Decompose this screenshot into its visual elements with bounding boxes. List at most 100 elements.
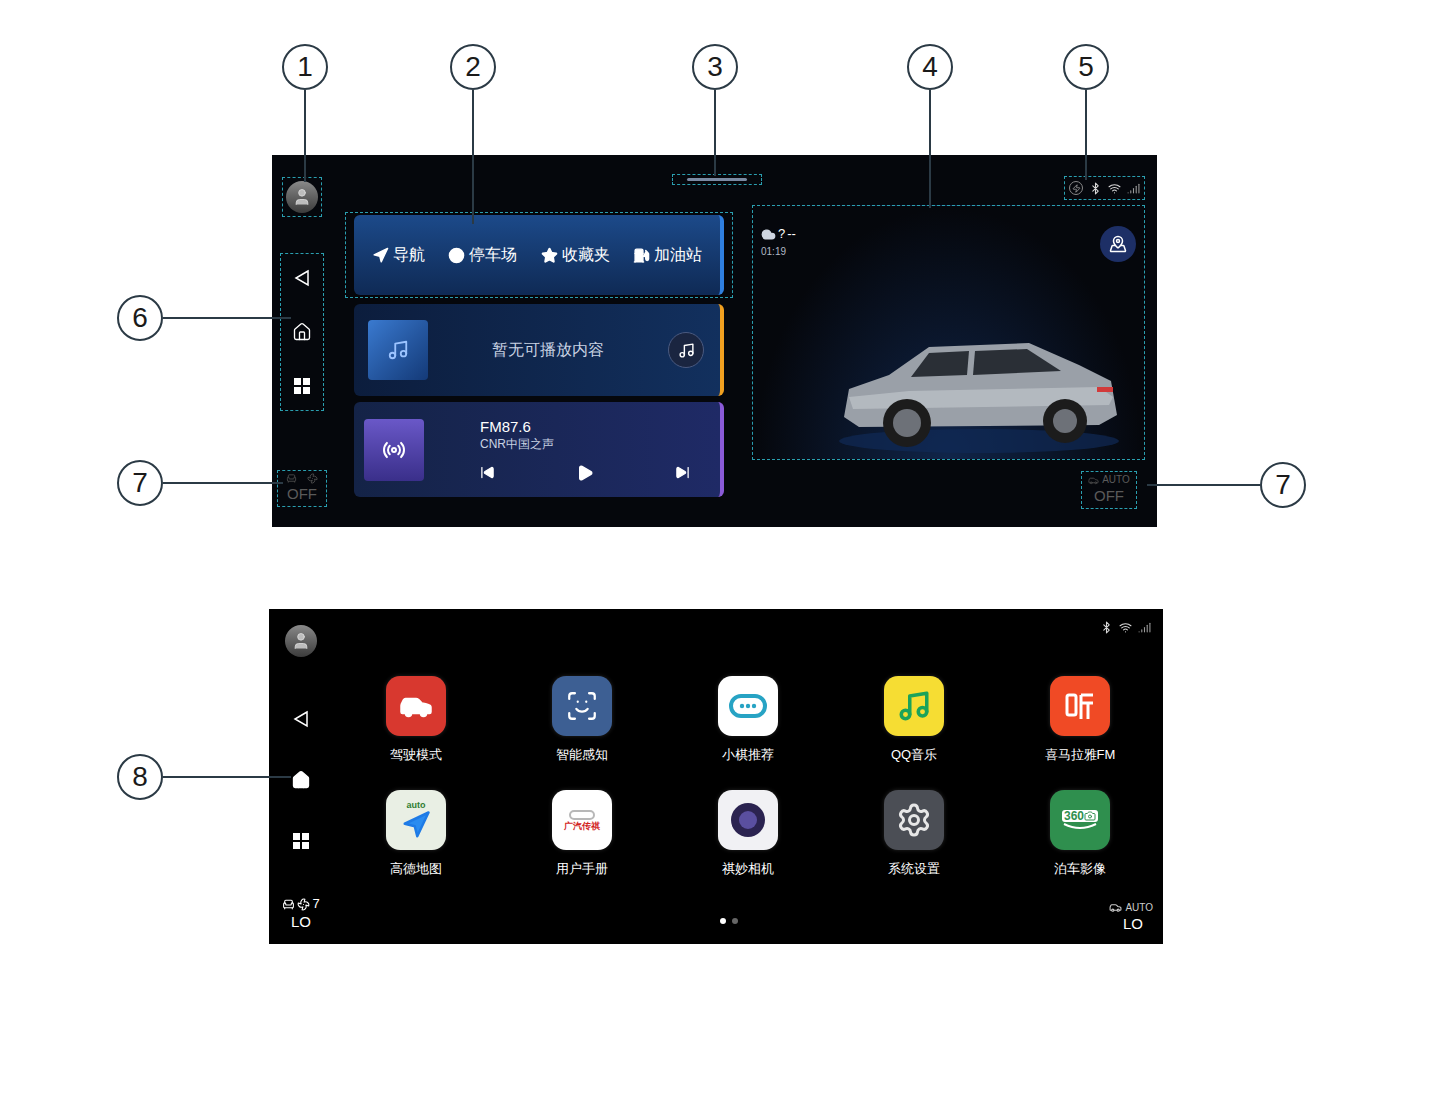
nav-rail: OFF [272,155,332,527]
fan-icon [307,473,318,484]
cards-column: 导航停车场收藏夹加油站暂无可播放内容FM87.6CNR中国之声 [345,155,733,527]
callout-number: 6 [117,295,163,341]
user-icon [291,631,311,651]
map-arrow-icon [401,810,431,840]
bluetooth-icon [1100,621,1113,634]
music-button[interactable] [668,332,704,368]
apps-grid-icon [293,833,309,849]
callout-line [929,90,931,208]
callout-line [163,776,291,778]
signal-icon [1127,182,1140,195]
callout-line [163,317,291,319]
app-tile[interactable]: 智能感知 [499,676,665,764]
app-icon [1050,676,1110,736]
shortcut-icon [448,247,465,264]
user-avatar[interactable] [286,181,318,213]
page-dot[interactable] [720,918,726,924]
app-grid: 驾驶模式智能感知小棋推荐QQ音乐喜马拉雅FM auto高德地图广汽传祺用户手册祺妙… [333,676,1163,878]
back-icon [293,710,309,728]
home-icon [292,322,312,342]
car-air-icon [1109,901,1122,914]
callout-number: 1 [282,44,328,90]
media-card[interactable]: 暂无可播放内容 [354,304,724,396]
apps-button[interactable] [281,821,321,861]
app-icon [552,676,612,736]
map-pin-icon [1109,235,1127,253]
music-note-icon [897,689,931,723]
app-icon [718,676,778,736]
radio-art [364,419,424,481]
app-tile[interactable]: 广汽传祺用户手册 [499,790,665,878]
callout-number: 8 [117,754,163,800]
cloud-icon [761,227,776,242]
shortcut-button[interactable]: 停车场 [448,243,517,267]
callout-line [304,90,306,182]
weather: ?--01:19 [761,226,796,259]
app-tile[interactable]: 祺妙相机 [665,790,831,878]
back-button[interactable] [282,258,322,298]
callout-number: 3 [692,44,738,90]
shortcut-icon [633,247,650,264]
face-scan-icon [565,689,599,723]
back-icon [294,269,310,287]
callout-number: 4 [907,44,953,90]
callout-number: 2 [450,44,496,90]
climate-right[interactable]: AUTOLO [1109,901,1153,934]
app-tile[interactable]: 驾驶模式 [333,676,499,764]
gear-icon [896,802,932,838]
status-icons [1069,181,1140,195]
climate-right[interactable]: AUTOOFF [1081,471,1137,509]
app-tile[interactable]: QQ音乐 [831,676,997,764]
signal-icon [1138,621,1151,634]
apps-screen: 7LO 驾驶模式智能感知小棋推荐QQ音乐喜马拉雅FM auto高德地图广汽传祺用户手… [269,609,1163,944]
app-icon [884,676,944,736]
car-air-icon [1088,475,1099,486]
home-screen: OFF导航停车场收藏夹加油站暂无可播放内容FM87.6CNR中国之声?--01:… [272,155,1157,527]
callout-line [163,482,283,484]
app-tile[interactable]: 360泊车影像 [997,790,1163,878]
app-icon [386,676,446,736]
climate-left[interactable]: 7LO [282,896,319,932]
wifi-icon [1108,182,1121,195]
fan-icon [297,898,310,911]
app-tile[interactable]: auto高德地图 [333,790,499,878]
car-icon [398,688,434,724]
shortcut-button[interactable]: 收藏夹 [541,243,610,267]
app-icon [884,790,944,850]
logo-mark [569,810,595,820]
apps-button[interactable] [282,366,322,406]
page-dot[interactable] [732,918,738,924]
app-tile[interactable]: 系统设置 [831,790,997,878]
callout-number: 7 [1260,462,1306,508]
vehicle-column: ?--01:19 AUTOOFF [752,155,1145,527]
pull-down-handle[interactable] [672,174,762,185]
previous-icon[interactable] [480,465,495,480]
seat-heat-icon [286,473,297,484]
shortcut-button[interactable]: 导航 [372,243,425,267]
app-tile[interactable]: 喜马拉雅FM [997,676,1163,764]
callout-line [472,90,474,224]
radio-card[interactable]: FM87.6CNR中国之声 [354,402,724,497]
page-dots [333,918,1109,934]
apps-grid-icon [294,378,310,394]
play-icon[interactable] [576,464,594,482]
shortcut-icon [541,247,558,264]
car-model-image [829,325,1129,455]
back-button[interactable] [281,699,321,739]
callout-number: 7 [117,460,163,506]
callout-line [1085,90,1087,180]
music-note-icon [678,342,695,359]
map-button[interactable] [1100,226,1136,262]
shortcut-button[interactable]: 加油站 [633,243,702,267]
chat-bubble-icon [728,691,768,721]
music-icon [387,339,409,361]
home-icon [291,770,311,790]
app-tile[interactable]: 小棋推荐 [665,676,831,764]
next-icon[interactable] [675,465,690,480]
user-avatar[interactable] [285,625,317,657]
home-button[interactable] [281,760,321,800]
climate-left[interactable]: OFF [277,470,327,507]
shortcut-card: 导航停车场收藏夹加油站 [354,215,724,295]
rotate-arrow-icon [1062,822,1098,830]
user-icon [292,187,312,207]
